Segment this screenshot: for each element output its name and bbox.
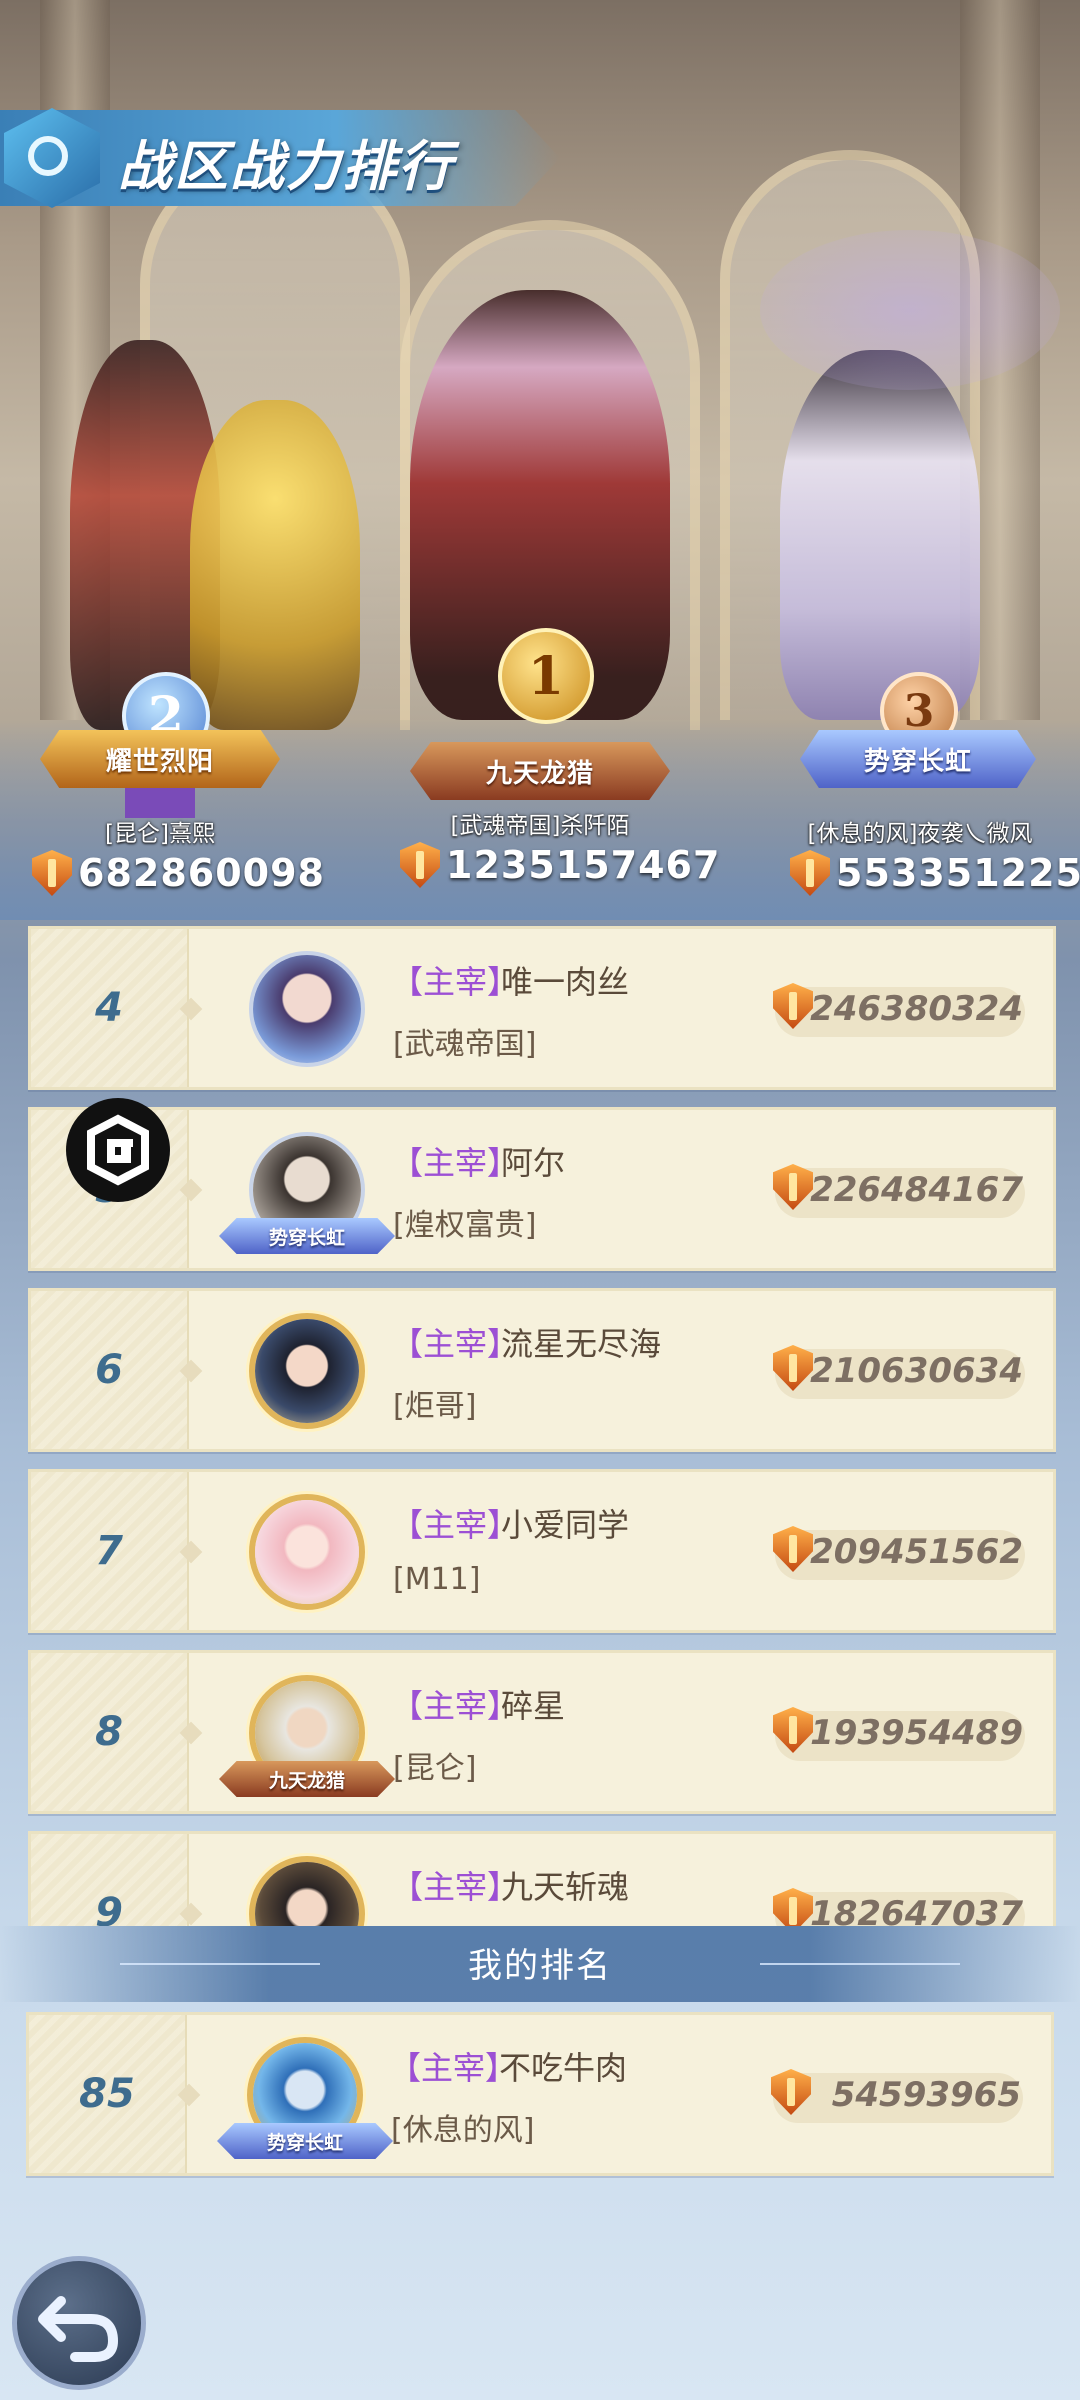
- shield-sword-icon: [790, 850, 830, 896]
- power-value: 209451562: [810, 1532, 1023, 1572]
- avatar-title-badge: 势穿长虹: [217, 2123, 393, 2159]
- rank-1-name[interactable]: [武魂帝国]杀阡陌: [400, 806, 680, 840]
- rank-number: 8: [95, 1709, 123, 1755]
- dragon-spirit: [760, 230, 1060, 390]
- ranking-row[interactable]: 4 【主宰】 唯一肉丝 [武魂帝国] 246380324: [28, 926, 1056, 1090]
- avatar-image: [255, 1319, 359, 1423]
- ranking-row[interactable]: 5 势穿长虹 【主宰】 阿尔 [煌权富贵] 226484167: [28, 1107, 1056, 1271]
- rank-2-power-value: 682860098: [78, 851, 325, 895]
- power-value: 54593965: [831, 2075, 1021, 2115]
- undo-arrow-icon: [38, 2296, 119, 2362]
- player-tag: 【主宰】: [389, 2049, 518, 2087]
- power-value: 182647037: [810, 1894, 1023, 1926]
- power-value: 246380324: [810, 989, 1023, 1029]
- guild-name: [昆仑]: [393, 1751, 477, 1786]
- player-name: 唯一肉丝: [501, 963, 630, 1001]
- character-rank-3: [780, 350, 980, 720]
- power-value: 210630634: [810, 1351, 1023, 1391]
- my-rank-label: 我的排名: [468, 1946, 612, 1986]
- my-rank-row[interactable]: 85 势穿长虹 【主宰】 不吃牛肉 [休息的风] 54593965: [26, 2012, 1054, 2176]
- lion-mount: [190, 400, 360, 730]
- rank-number: 7: [95, 1528, 123, 1574]
- rank-number: 85: [79, 2071, 135, 2117]
- avatar[interactable]: [249, 1313, 365, 1429]
- g-logo-icon[interactable]: [66, 1098, 170, 1202]
- guild-name: [炬哥]: [393, 1389, 477, 1424]
- player-tag: 【主宰】: [391, 1506, 520, 1544]
- avatar-image: [253, 955, 361, 1063]
- player-tag: 【主宰】: [391, 1144, 520, 1182]
- avatar-image: [255, 1500, 359, 1604]
- rank-1-power-value: 1235157467: [446, 843, 721, 887]
- emblem-ring-icon: [28, 136, 68, 176]
- back-button[interactable]: [12, 2256, 146, 2390]
- player-tag: 【主宰】: [391, 963, 520, 1001]
- rank-1-medal: 1: [498, 628, 594, 724]
- power-value: 193954489: [810, 1713, 1023, 1753]
- player-name: 流星无尽海: [501, 1325, 662, 1363]
- rank-3-power-value: 553351225: [836, 851, 1080, 895]
- avatar-image: [255, 1862, 359, 1926]
- rank-number: 4: [95, 985, 123, 1031]
- power-value: 226484167: [810, 1170, 1023, 1210]
- avatar-title-badge: 九天龙猎: [219, 1761, 395, 1797]
- player-name: 碎星: [501, 1687, 566, 1725]
- ranking-row[interactable]: 7 【主宰】 小爱同学 [M11] 209451562: [28, 1469, 1056, 1633]
- guild-name: [休息的风]: [391, 2113, 535, 2148]
- rank-2-name[interactable]: [昆仑]熹熙: [40, 814, 280, 848]
- top-three-podium: 战区战力排行 2 耀世烈阳 [昆仑]熹熙 682860098 1 九天龙猎 [武…: [0, 0, 1080, 920]
- ranking-row[interactable]: 6 【主宰】 流星无尽海 [炬哥] 210630634: [28, 1288, 1056, 1452]
- rank-2-power: 682860098: [32, 850, 325, 896]
- page-title: 战区战力排行: [118, 135, 454, 198]
- guild-name: [M11]: [393, 1562, 481, 1597]
- shield-sword-icon: [32, 850, 72, 896]
- ranking-list[interactable]: 4 【主宰】 唯一肉丝 [武魂帝国] 246380324 5 势穿长虹 【主宰】…: [0, 920, 1080, 1926]
- player-tag: 【主宰】: [391, 1868, 520, 1906]
- player-name: 九天斩魂: [501, 1868, 630, 1906]
- player-name: 阿尔: [501, 1144, 566, 1182]
- avatar[interactable]: [249, 1494, 365, 1610]
- player-name: 小爱同学: [501, 1506, 630, 1544]
- rank-1-title-badge: 九天龙猎: [410, 742, 670, 800]
- rank-3-name[interactable]: [休息的风]夜袭乀微风: [780, 814, 1060, 848]
- rank-3-title-badge: 势穿长虹: [800, 730, 1036, 788]
- player-tag: 【主宰】: [391, 1687, 520, 1725]
- avatar[interactable]: [249, 1856, 365, 1926]
- rank-2-title-badge: 耀世烈阳: [40, 730, 280, 788]
- guild-name: [煌权富贵]: [393, 1208, 537, 1243]
- rank-3-power: 553351225: [790, 850, 1080, 896]
- player-tag: 【主宰】: [391, 1325, 520, 1363]
- avatar-title-badge: 势穿长虹: [219, 1218, 395, 1254]
- ranking-row[interactable]: 9 【主宰】 九天斩魂 182647037: [28, 1831, 1056, 1926]
- rank-1-power: 1235157467: [400, 842, 720, 888]
- rank-number: 9: [95, 1890, 123, 1926]
- ranking-row[interactable]: 8 九天龙猎 【主宰】 碎星 [昆仑] 193954489: [28, 1650, 1056, 1814]
- guild-name: [武魂帝国]: [393, 1027, 537, 1062]
- player-name: 不吃牛肉: [499, 2049, 628, 2087]
- avatar[interactable]: [249, 951, 365, 1067]
- rank-number: 6: [95, 1347, 123, 1393]
- shield-sword-icon: [400, 842, 440, 888]
